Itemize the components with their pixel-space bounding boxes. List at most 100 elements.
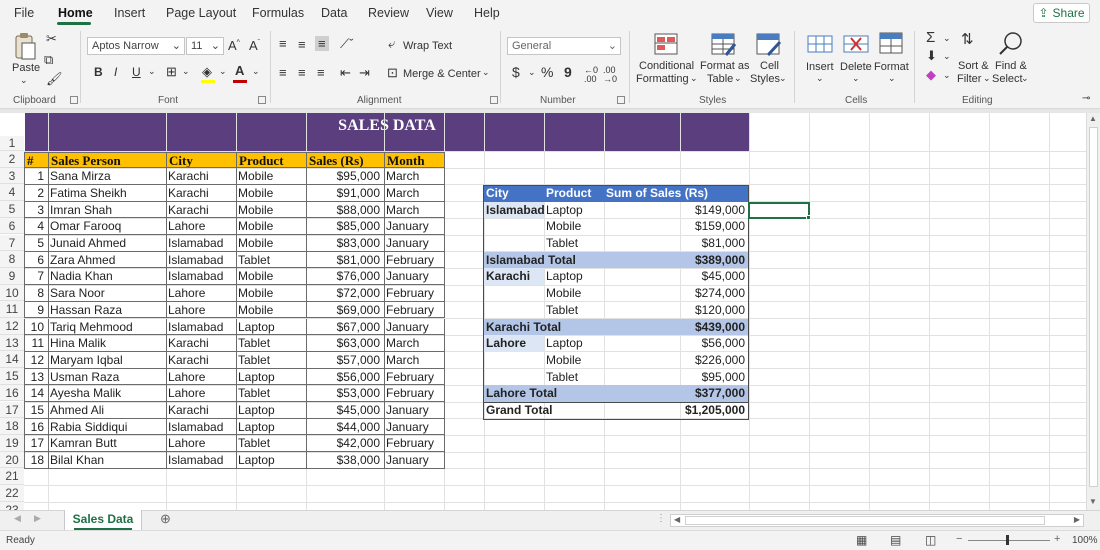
number-format-select[interactable]: General ⌄ xyxy=(507,37,621,55)
delete-cells-icon[interactable] xyxy=(843,34,869,59)
pivot-header-cell[interactable]: Sum of Sales (Rs) xyxy=(604,184,749,202)
pivot-city-cell[interactable] xyxy=(484,235,544,252)
table-cell[interactable]: Mobile xyxy=(236,201,307,219)
table-cell[interactable]: 16 xyxy=(24,418,49,436)
add-sheet-icon[interactable]: ⊕ xyxy=(160,511,171,527)
align-right-icon[interactable]: ≡ xyxy=(317,66,325,79)
table-cell[interactable]: $42,000 xyxy=(306,435,385,453)
paste-button-label[interactable]: Paste xyxy=(12,62,40,74)
vertical-scroll-thumb[interactable] xyxy=(1089,127,1098,487)
table-cell[interactable]: $95,000 xyxy=(306,168,385,185)
table-cell[interactable]: $45,000 xyxy=(306,402,385,419)
table-cell[interactable]: February xyxy=(384,368,445,386)
row-header[interactable]: 13 xyxy=(0,334,24,352)
chevron-down-icon[interactable]: ⌄ xyxy=(690,74,698,83)
table-cell[interactable]: $56,000 xyxy=(306,368,385,386)
chevron-down-icon[interactable]: ⌄ xyxy=(252,67,260,76)
table-cell[interactable]: Lahore xyxy=(166,385,237,402)
zoom-out-icon[interactable]: − xyxy=(956,533,962,545)
table-cell[interactable]: Nadia Khan xyxy=(48,268,167,286)
table-cell[interactable]: Hina Malik xyxy=(48,335,167,352)
table-cell[interactable]: Maryam Iqbal xyxy=(48,351,167,369)
table-cell[interactable]: Karachi xyxy=(166,201,237,219)
table-cell[interactable]: $85,000 xyxy=(306,218,385,235)
table-cell[interactable]: $44,000 xyxy=(306,418,385,436)
decrease-indent-icon[interactable]: ⇤ xyxy=(340,66,351,79)
pivot-value-cell[interactable]: $1,205,000 xyxy=(604,402,749,419)
chevron-down-icon[interactable]: ⌄ xyxy=(1021,74,1029,83)
paste-icon[interactable] xyxy=(12,31,38,64)
table-cell[interactable]: Bilal Khan xyxy=(48,452,167,469)
table-cell[interactable]: Ayesha Malik xyxy=(48,385,167,402)
table-cell[interactable]: 2 xyxy=(24,184,49,202)
table-cell[interactable]: 9 xyxy=(24,301,49,319)
decrease-font-icon[interactable]: Aˇ xyxy=(249,39,260,52)
table-cell[interactable]: Laptop xyxy=(236,318,307,336)
table-cell[interactable]: 6 xyxy=(24,251,49,269)
increase-decimal-icon[interactable]: ←0.00 xyxy=(584,66,598,84)
table-cell[interactable]: Hassan Raza xyxy=(48,301,167,319)
pivot-total-label[interactable]: Grand Total xyxy=(484,402,604,419)
share-button[interactable]: ⇪ Share xyxy=(1033,3,1090,23)
table-cell[interactable]: 10 xyxy=(24,318,49,336)
sort-filter-label-1[interactable]: Sort & xyxy=(958,60,989,72)
chevron-down-icon[interactable]: ⌄ xyxy=(943,71,951,80)
pivot-value-cell[interactable]: $56,000 xyxy=(604,335,749,352)
row-header[interactable]: 6 xyxy=(0,217,24,235)
table-cell[interactable]: March xyxy=(384,201,445,219)
table-cell[interactable]: $63,000 xyxy=(306,335,385,352)
pivot-city-cell[interactable] xyxy=(484,218,544,235)
row-header[interactable]: 15 xyxy=(0,368,24,385)
italic-button[interactable]: I xyxy=(114,66,117,78)
table-cell[interactable]: 12 xyxy=(24,351,49,369)
scroll-left-icon[interactable]: ◀ xyxy=(674,515,680,524)
fill-handle[interactable] xyxy=(806,215,811,221)
scroll-right-icon[interactable]: ▶ xyxy=(1074,515,1080,524)
table-cell[interactable]: Islamabad xyxy=(166,418,237,436)
table-cell[interactable]: Sana Mirza xyxy=(48,168,167,185)
row-header[interactable]: 16 xyxy=(0,384,24,402)
table-cell[interactable]: Mobile xyxy=(236,285,307,302)
conditional-formatting-icon[interactable] xyxy=(654,33,678,58)
table-cell[interactable]: 5 xyxy=(24,235,49,252)
table-cell[interactable]: Lahore xyxy=(166,435,237,453)
comma-style-button[interactable]: 9 xyxy=(564,65,572,79)
align-left-icon[interactable]: ≡ xyxy=(279,66,287,79)
align-center-icon[interactable]: ≡ xyxy=(298,66,306,79)
table-cell[interactable]: Junaid Ahmed xyxy=(48,235,167,252)
number-launcher-icon[interactable] xyxy=(617,96,625,104)
find-select-icon[interactable] xyxy=(998,31,1024,58)
bold-button[interactable]: B xyxy=(94,66,103,78)
pivot-value-cell[interactable]: $377,000 xyxy=(604,385,749,402)
table-cell[interactable]: Omar Farooq xyxy=(48,218,167,235)
percent-button[interactable]: % xyxy=(541,65,553,79)
row-header[interactable]: 9 xyxy=(0,267,24,285)
format-cells-icon[interactable] xyxy=(879,32,905,59)
delete-cells-button[interactable]: Delete xyxy=(840,61,872,73)
collapse-ribbon-icon[interactable]: ⊸ xyxy=(1082,94,1090,104)
table-cell[interactable]: 13 xyxy=(24,368,49,386)
autosum-icon[interactable]: Σ xyxy=(926,30,935,45)
table-cell[interactable]: Karachi xyxy=(166,335,237,352)
pivot-value-cell[interactable]: $159,000 xyxy=(604,218,749,235)
menu-formulas[interactable]: Formulas xyxy=(252,6,304,20)
table-cell[interactable]: 1 xyxy=(24,168,49,185)
pivot-product-cell[interactable]: Mobile xyxy=(544,285,604,302)
pivot-city-cell[interactable] xyxy=(484,352,544,369)
pivot-value-cell[interactable]: $45,000 xyxy=(604,268,749,285)
pivot-value-cell[interactable]: $120,000 xyxy=(604,302,749,319)
horizontal-scroll-thumb[interactable] xyxy=(685,516,1045,525)
worksheet-grid[interactable]: SALES DATA 1 2 3 4 5 6 7 8 9 10 11 12 13 14 15 16 17 18 19… xyxy=(0,113,1086,510)
pivot-city-cell[interactable]: Islamabad xyxy=(484,201,544,219)
menu-insert[interactable]: Insert xyxy=(114,6,145,20)
table-cell[interactable]: Mobile xyxy=(236,218,307,235)
format-cells-button[interactable]: Format xyxy=(874,61,909,73)
pivot-value-cell[interactable]: $149,000 xyxy=(604,202,749,219)
menu-help[interactable]: Help xyxy=(474,6,500,20)
table-cell[interactable]: Imran Shah xyxy=(48,201,167,219)
table-cell[interactable]: Lahore xyxy=(166,301,237,319)
pivot-product-cell[interactable]: Tablet xyxy=(544,235,604,252)
table-cell[interactable]: March xyxy=(384,351,445,369)
table-cell[interactable]: Mobile xyxy=(236,235,307,252)
cut-icon[interactable]: ✂ xyxy=(46,32,57,45)
